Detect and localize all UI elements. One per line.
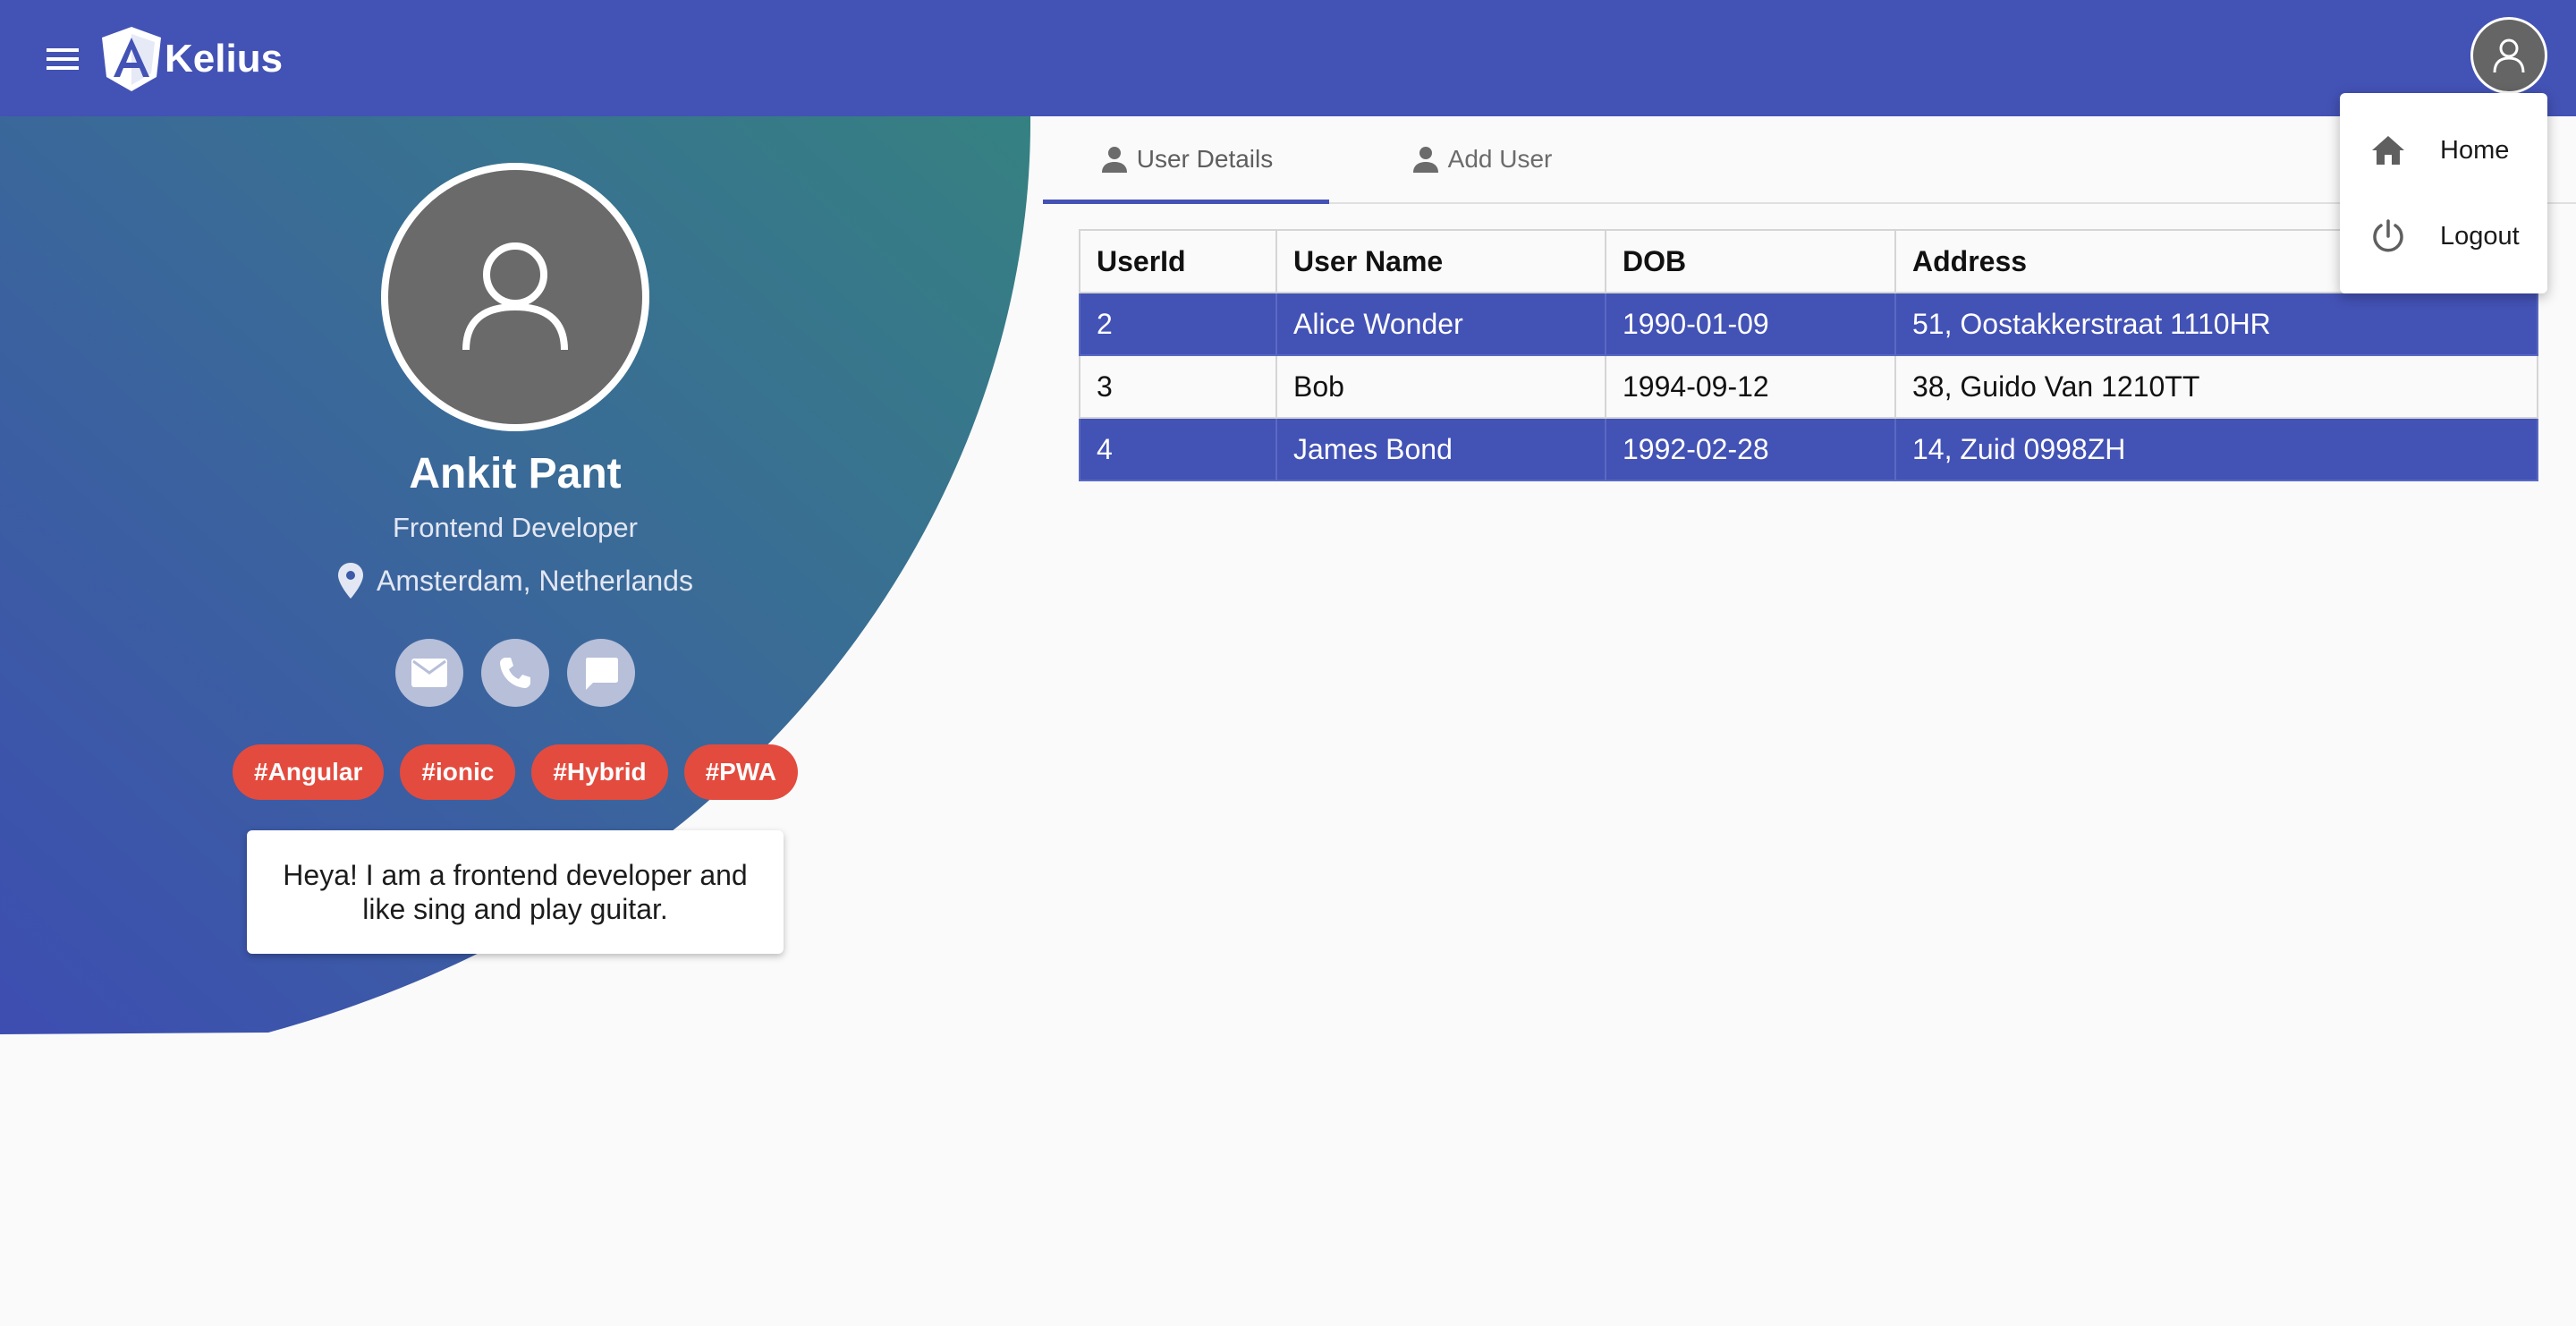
profile-role: Frontend Developer — [393, 512, 638, 543]
column-header[interactable]: DOB — [1605, 229, 1896, 293]
menu-button[interactable] — [39, 39, 86, 79]
table-cell: Alice Wonder — [1275, 292, 1606, 356]
user-icon — [462, 242, 568, 351]
account-avatar-button[interactable] — [2470, 17, 2547, 94]
account-menu: Home Logout — [2340, 93, 2547, 293]
table-row[interactable]: 3 Bob 1994-09-12 38, Guido Van 1210TT — [1079, 354, 2538, 419]
profile-panel: Ankit Pant Frontend Developer Amsterdam,… — [0, 116, 1030, 1029]
tab-user-details[interactable]: User Details — [1043, 116, 1329, 204]
table-cell: 4 — [1079, 417, 1277, 481]
account-icon — [2493, 38, 2525, 73]
menu-item-logout[interactable]: Logout — [2340, 193, 2547, 279]
tab-add-user[interactable]: Add User — [1329, 116, 1633, 202]
profile-location: Amsterdam, Netherlands — [0, 562, 1030, 599]
menu-item-label: Logout — [2440, 221, 2520, 251]
phone-icon — [500, 658, 530, 688]
table-row[interactable]: 4 James Bond 1992-02-28 14, Zuid 0998ZH — [1079, 417, 2538, 481]
profile-name: Ankit Pant — [409, 450, 622, 497]
contact-actions — [0, 639, 1030, 707]
bio-card: Heya! I am a frontend developer and like… — [247, 830, 784, 954]
tag-chip[interactable]: #Angular — [233, 744, 385, 800]
phone-button[interactable] — [481, 639, 549, 707]
profile-avatar — [381, 163, 649, 431]
person-icon — [1101, 147, 1127, 173]
table-row[interactable]: 2 Alice Wonder 1990-01-09 51, Oostakkers… — [1079, 292, 2538, 356]
table-cell: 2 — [1079, 292, 1277, 356]
home-icon — [2372, 136, 2404, 165]
table-cell: 1990-01-09 — [1605, 292, 1896, 356]
tab-label: Add User — [1447, 145, 1553, 173]
angular-logo-icon — [102, 27, 161, 91]
brand-name: Kelius — [165, 37, 284, 81]
table-cell: 1994-09-12 — [1605, 354, 1896, 419]
table-cell: Bob — [1275, 354, 1606, 419]
hamburger-icon — [47, 48, 79, 70]
table-cell: 51, Oostakkerstraat 1110HR — [1894, 292, 2538, 356]
active-tab-indicator — [1043, 200, 1329, 204]
user-table: UserId User Name DOB Address 2 Alice Won… — [1079, 229, 2538, 481]
table-cell: 1992-02-28 — [1605, 417, 1896, 481]
bio-text: Heya! I am a frontend developer and like… — [283, 859, 748, 925]
table-header-row: UserId User Name DOB Address — [1079, 229, 2538, 293]
tab-label: User Details — [1136, 145, 1274, 173]
table-cell: 14, Zuid 0998ZH — [1894, 417, 2538, 481]
column-header[interactable]: UserId — [1079, 229, 1277, 293]
email-button[interactable] — [395, 639, 463, 707]
tag-chip[interactable]: #Hybrid — [531, 744, 668, 800]
column-header[interactable]: User Name — [1275, 229, 1606, 293]
table-cell: 38, Guido Van 1210TT — [1894, 354, 2538, 419]
email-icon — [411, 659, 447, 687]
table-cell: 3 — [1079, 354, 1277, 419]
tag-chip[interactable]: #ionic — [400, 744, 516, 800]
person-icon — [1412, 147, 1438, 173]
table-cell: James Bond — [1275, 417, 1606, 481]
menu-item-label: Home — [2440, 135, 2510, 165]
app-toolbar: Kelius — [0, 0, 2576, 116]
skill-tags: #Angular #ionic #Hybrid #PWA — [0, 744, 1030, 800]
location-pin-icon — [338, 563, 364, 599]
chat-icon — [586, 658, 618, 690]
message-button[interactable] — [567, 639, 635, 707]
location-text: Amsterdam, Netherlands — [377, 564, 693, 597]
power-icon — [2373, 219, 2403, 252]
tag-chip[interactable]: #PWA — [683, 744, 798, 800]
menu-item-home[interactable]: Home — [2340, 107, 2547, 193]
